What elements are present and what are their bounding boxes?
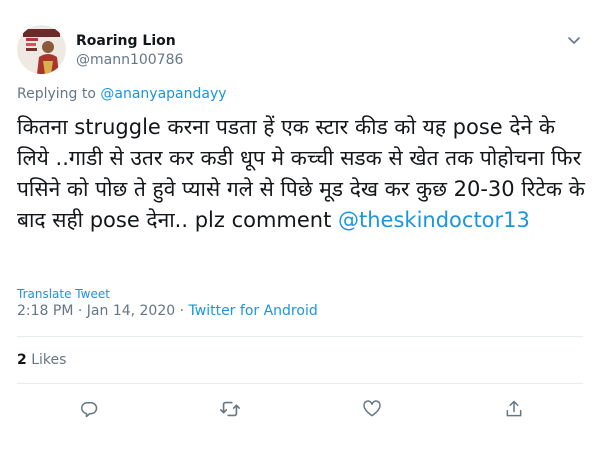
meta-separator: · <box>179 303 189 319</box>
likes-summary[interactable]: 2 Likes <box>17 352 66 368</box>
tweet-date[interactable]: Jan 14, 2020 <box>87 303 175 319</box>
translate-tweet-link[interactable]: Translate Tweet <box>17 287 110 301</box>
tweet-source-link[interactable]: Twitter for Android <box>189 303 318 319</box>
author-handle[interactable]: @mann100786 <box>76 52 183 68</box>
replying-to-link[interactable]: @ananyapandayy <box>100 86 226 102</box>
chevron-down-icon[interactable] <box>566 32 582 48</box>
divider <box>17 336 583 337</box>
likes-count: 2 <box>17 352 27 368</box>
profile-photo <box>17 25 66 74</box>
reply-icon[interactable] <box>78 398 100 420</box>
divider <box>17 383 583 384</box>
avatar[interactable] <box>17 25 66 74</box>
tweet-meta: 2:18 PM · Jan 14, 2020 · Twitter for And… <box>17 303 318 319</box>
tweet-mention-link[interactable]: @theskindoctor13 <box>338 208 530 232</box>
tweet-time[interactable]: 2:18 PM <box>17 303 73 319</box>
likes-label: Likes <box>31 352 67 368</box>
retweet-icon[interactable] <box>219 398 241 420</box>
meta-separator: · <box>77 303 87 319</box>
heart-icon[interactable] <box>361 398 383 420</box>
share-icon[interactable] <box>503 398 525 420</box>
author-name[interactable]: Roaring Lion <box>76 33 176 49</box>
tweet-text: कितना struggle करना पडता हें एक स्टार की… <box>17 112 587 236</box>
replying-to: Replying to @ananyapandayy <box>17 86 227 102</box>
replying-prefix: Replying to <box>17 86 96 102</box>
